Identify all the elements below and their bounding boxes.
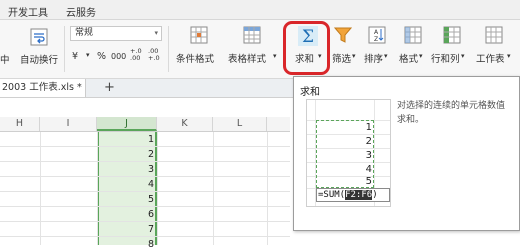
- formula-prefix: =SUM(: [318, 190, 346, 200]
- currency-dropdown-icon[interactable]: ▾: [86, 51, 90, 59]
- add-tab-button[interactable]: +: [104, 79, 115, 96]
- number-format-value: 常规: [75, 28, 94, 38]
- row-column-button[interactable]: 行和列: [431, 51, 460, 65]
- conditional-format-icon[interactable]: [190, 26, 208, 44]
- formula-bar-area: [0, 98, 290, 118]
- menu-bar: 开发工具 云服务: [0, 0, 520, 20]
- percent-button[interactable]: %: [97, 51, 106, 62]
- column-header-h[interactable]: H: [0, 117, 40, 131]
- grid-line: [40, 132, 41, 245]
- tooltip-example-preview: 1 2 3 4 5 =SUM(F2:F6): [306, 99, 391, 207]
- filter-dropdown-icon[interactable]: ▾: [352, 52, 356, 60]
- align-center-label[interactable]: 中: [0, 52, 10, 66]
- cell-j-value[interactable]: 1: [97, 132, 154, 147]
- increase-decimal-button[interactable]: +.0 .00: [130, 48, 144, 62]
- example-formula: =SUM(F2:F6): [318, 188, 378, 202]
- column-header-j[interactable]: J: [97, 117, 157, 131]
- table-style-button[interactable]: 表格样式: [228, 51, 266, 65]
- sort-icon[interactable]: A Z: [368, 26, 386, 44]
- divider: [168, 26, 169, 72]
- sum-tooltip: 求和 1 2 3 4 5 =SUM(F2:F6) 对选择的连续的单元格数值求和。: [293, 76, 520, 231]
- spreadsheet-grid[interactable]: 1 2 3 4 5 6 7 8: [0, 132, 290, 250]
- conditional-format-button[interactable]: 条件格式: [176, 51, 214, 65]
- example-value: 3: [365, 150, 372, 161]
- cell-j-value[interactable]: 2: [97, 147, 154, 162]
- row-column-dropdown-icon[interactable]: ▾: [461, 52, 465, 60]
- row-column-icon[interactable]: [443, 26, 461, 44]
- filter-button[interactable]: 筛选: [332, 51, 351, 65]
- formula-range: F2:F6: [345, 190, 373, 200]
- svg-text:Z: Z: [374, 36, 378, 43]
- cell-j-value[interactable]: 4: [97, 177, 154, 192]
- grid-line: [267, 132, 268, 245]
- tooltip-title: 求和: [300, 87, 320, 98]
- worksheet-button[interactable]: 工作表: [476, 51, 505, 65]
- grid-line: [213, 132, 214, 245]
- sum-button[interactable]: 求和: [295, 51, 314, 65]
- worksheet-icon[interactable]: [485, 26, 503, 44]
- example-value: 5: [365, 176, 372, 187]
- sigma-icon[interactable]: Σ: [298, 26, 318, 46]
- divider: [64, 26, 65, 72]
- table-style-icon[interactable]: [243, 26, 261, 44]
- format-button[interactable]: 格式: [399, 51, 418, 65]
- column-header-k[interactable]: K: [157, 117, 213, 131]
- tooltip-description: 对选择的连续的单元格数值求和。: [397, 101, 506, 125]
- number-format-select[interactable]: 常规 ▾: [70, 26, 162, 41]
- example-value: 4: [365, 164, 372, 175]
- menu-tab-developer-tools[interactable]: 开发工具: [8, 4, 48, 19]
- sort-dropdown-icon[interactable]: ▾: [384, 52, 388, 60]
- cell-j-value[interactable]: 6: [97, 207, 154, 222]
- worksheet-dropdown-icon[interactable]: ▾: [507, 52, 511, 60]
- grid-line: [157, 132, 158, 245]
- format-dropdown-icon[interactable]: ▾: [419, 52, 423, 60]
- sum-dropdown-icon[interactable]: ▾: [318, 52, 322, 60]
- column-header-row: H I J K L: [0, 117, 290, 132]
- example-value: 1: [365, 122, 372, 133]
- column-header-l[interactable]: L: [213, 117, 267, 131]
- decrease-decimal-button[interactable]: .00 +.0: [148, 48, 162, 62]
- wrap-text-button[interactable]: 自动换行: [20, 52, 58, 66]
- example-value: 2: [365, 136, 372, 147]
- chevron-down-icon: ▾: [154, 29, 158, 37]
- currency-button[interactable]: ¥: [72, 51, 78, 62]
- ribbon-toolbar: 中 自动换行 常规 ▾ ¥ ▾ % 000 +.0 .00 .00 +.0 条件…: [0, 20, 520, 79]
- cell-j-value[interactable]: 5: [97, 192, 154, 207]
- filter-icon[interactable]: [334, 26, 352, 44]
- svg-text:Σ: Σ: [302, 27, 314, 46]
- sort-button[interactable]: 排序: [364, 51, 383, 65]
- thousands-separator-button[interactable]: 000: [111, 52, 126, 61]
- cell-j-value[interactable]: 7: [97, 222, 154, 237]
- column-header-i[interactable]: I: [40, 117, 97, 131]
- menu-tab-cloud-service[interactable]: 云服务: [66, 4, 96, 19]
- formula-suffix: ): [372, 190, 378, 200]
- cell-j-value[interactable]: 3: [97, 162, 154, 177]
- document-tab[interactable]: 2003 工作表.xls *: [0, 79, 86, 97]
- chevron-down-icon[interactable]: ▾: [273, 52, 277, 60]
- wrap-text-icon[interactable]: [30, 28, 48, 46]
- format-icon[interactable]: [404, 26, 422, 44]
